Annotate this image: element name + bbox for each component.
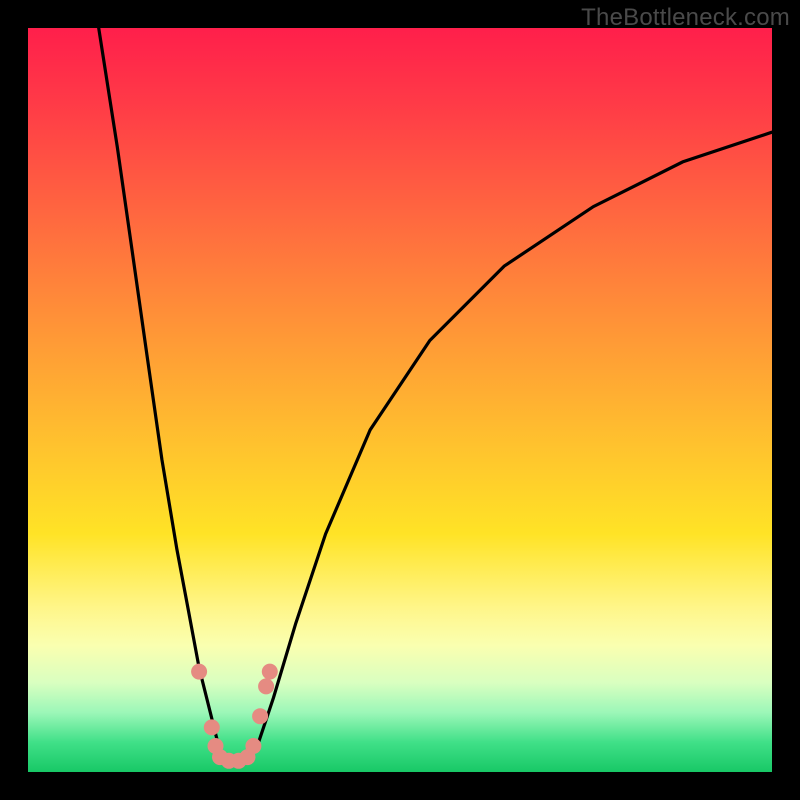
curve-marker <box>191 664 207 680</box>
bottleneck-curve-chart <box>28 28 772 772</box>
watermark-text: TheBottleneck.com <box>581 4 790 32</box>
right-curve <box>248 132 773 761</box>
curve-marker <box>245 738 261 754</box>
curve-marker <box>262 664 278 680</box>
curve-marker <box>204 719 220 735</box>
plot-area <box>28 28 772 772</box>
curve-marker <box>258 678 274 694</box>
curve-marker <box>252 708 268 724</box>
curve-markers <box>191 664 278 769</box>
left-curve <box>99 28 226 761</box>
